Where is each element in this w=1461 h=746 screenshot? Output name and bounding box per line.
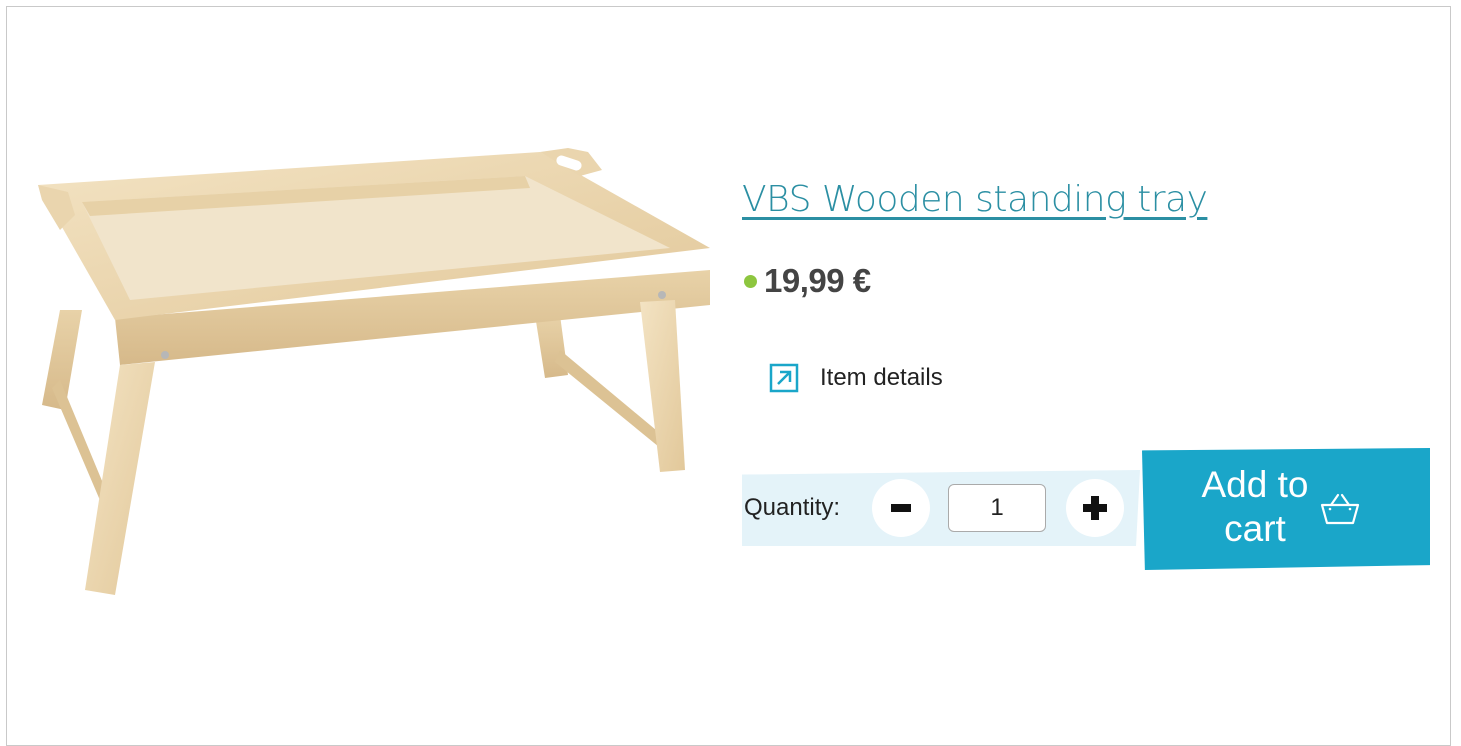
availability-dot-icon [744, 274, 757, 288]
increase-quantity-button[interactable] [1066, 479, 1124, 537]
minus-icon [891, 504, 911, 512]
plus-icon [1083, 496, 1107, 520]
product-image[interactable] [20, 130, 720, 600]
add-to-cart-label: Add to cart [1201, 464, 1309, 549]
quantity-label: Quantity: [744, 494, 841, 521]
product-title-link[interactable]: VBS Wooden standing tray [742, 178, 1208, 222]
item-details-link[interactable]: Item details [768, 362, 943, 394]
decrease-quantity-button[interactable] [872, 479, 930, 537]
item-details-label: Item details [820, 364, 943, 391]
external-link-arrow-icon [768, 362, 800, 394]
product-price: 19,99 € [764, 262, 871, 299]
price-row: 19,99 € [744, 262, 871, 300]
basket-icon [1320, 493, 1360, 525]
quantity-input[interactable] [948, 484, 1046, 532]
